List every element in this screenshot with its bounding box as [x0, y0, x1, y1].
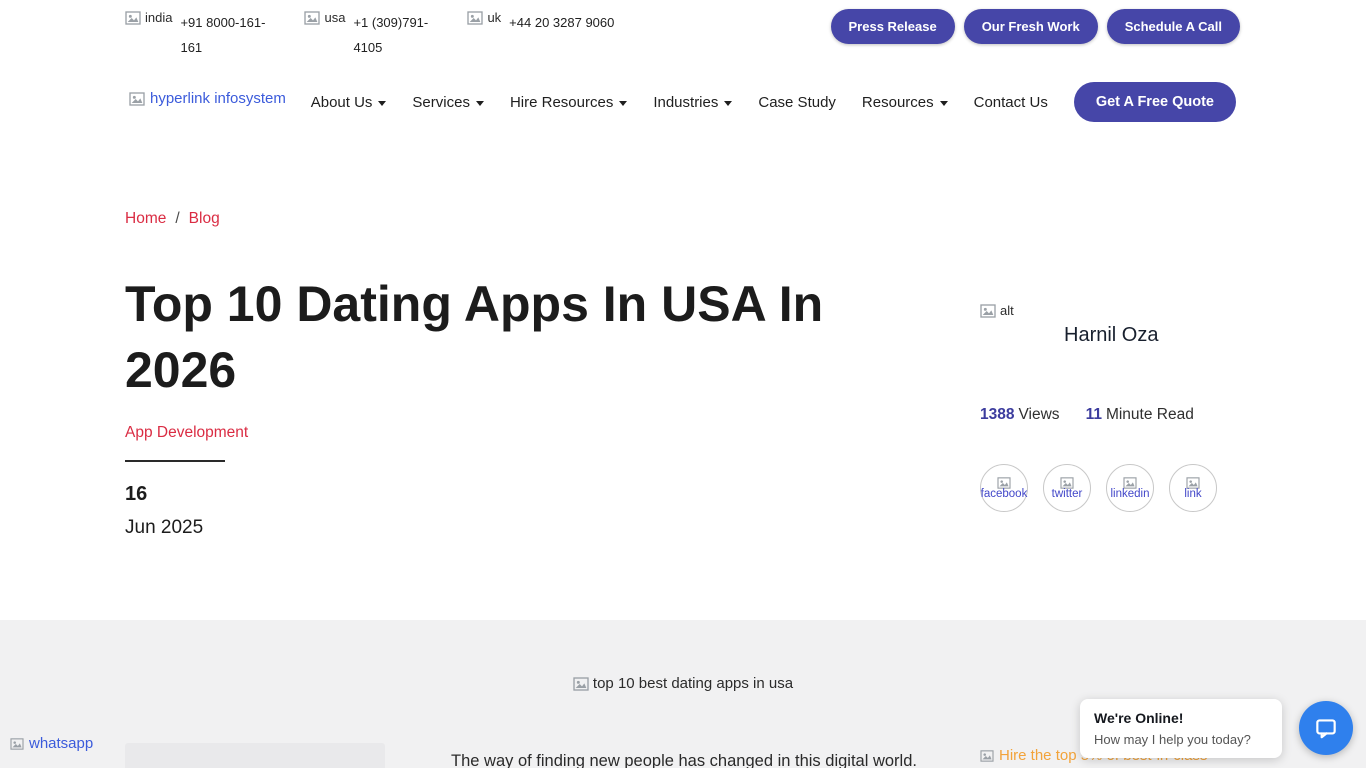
broken-image-icon [467, 11, 483, 25]
facebook-icon: facebook [981, 488, 1028, 500]
breadcrumb-blog[interactable]: Blog [189, 210, 220, 228]
link-icon: link [1184, 488, 1201, 500]
twitter-icon: twitter [1052, 488, 1083, 500]
nav-hire-resources[interactable]: Hire Resources [510, 94, 627, 111]
whatsapp-icon: whatsapp [29, 735, 93, 752]
author-avatar-alt: alt [1000, 303, 1014, 318]
nav-case-study[interactable]: Case Study [758, 94, 836, 111]
navbar: hyperlink infosystem About Us Services H… [0, 78, 1366, 126]
author-avatar-image: alt [980, 303, 1014, 318]
broken-image-icon [980, 304, 996, 318]
uk-flag-alt: uk [487, 10, 501, 25]
share-linkedin-button[interactable]: linkedin [1106, 464, 1154, 512]
broken-image-icon [573, 677, 589, 691]
phone-list: india +91 8000-161-161 usa +1 (309)791-4… [125, 10, 614, 60]
table-of-contents-placeholder [125, 743, 385, 768]
logo-alt-text: hyperlink infosystem [150, 90, 286, 107]
views-label: Views [1018, 406, 1059, 423]
india-flag-image: india [125, 10, 172, 25]
broken-image-icon [304, 11, 320, 25]
nav-label: Services [412, 94, 470, 111]
chevron-down-icon [378, 101, 386, 106]
phone-usa[interactable]: usa +1 (309)791-4105 [304, 10, 437, 60]
chevron-down-icon [476, 101, 484, 106]
nav-label: Hire Resources [510, 94, 613, 111]
breadcrumb-separator: / [175, 210, 179, 228]
author-row: alt Harnil Oza [980, 303, 1250, 367]
nav-industries[interactable]: Industries [653, 94, 732, 111]
nav-contact-us[interactable]: Contact Us [974, 94, 1048, 111]
logo[interactable]: hyperlink infosystem [129, 90, 286, 107]
read-time-label: Minute Read [1106, 406, 1194, 423]
nav-label: Contact Us [974, 94, 1048, 111]
broken-image-icon [10, 738, 24, 750]
page-title: Top 10 Dating Apps In USA In 2026 [125, 271, 905, 403]
share-buttons: facebook twitter linkedin link [980, 464, 1217, 512]
views-count: 1388 [980, 406, 1014, 423]
chevron-down-icon [724, 101, 732, 106]
breadcrumb-home[interactable]: Home [125, 210, 166, 228]
chevron-down-icon [940, 101, 948, 106]
page: india +91 8000-161-161 usa +1 (309)791-4… [0, 0, 1366, 768]
topbar-buttons: Press Release Our Fresh Work Schedule A … [831, 9, 1241, 44]
whatsapp-button[interactable]: whatsapp [10, 735, 93, 752]
author-avatar: alt [980, 303, 1044, 367]
phone-number-india: +91 8000-161-161 [180, 10, 274, 60]
breadcrumb: Home / Blog [125, 210, 220, 228]
usa-flag-image: usa [304, 10, 345, 25]
share-facebook-button[interactable]: facebook [980, 464, 1028, 512]
broken-image-icon [129, 92, 145, 106]
nav-resources[interactable]: Resources [862, 94, 948, 111]
share-twitter-button[interactable]: twitter [1043, 464, 1091, 512]
chevron-down-icon [619, 101, 627, 106]
nav-about-us[interactable]: About Us [311, 94, 387, 111]
broken-image-icon [125, 11, 141, 25]
hero-image-alt: top 10 best dating apps in usa [593, 675, 793, 692]
get-a-free-quote-button[interactable]: Get A Free Quote [1074, 82, 1236, 122]
broken-image-icon [980, 750, 994, 762]
nav-label: Industries [653, 94, 718, 111]
chat-bubble-icon [1313, 715, 1339, 741]
article-stats: 1388Views 11Minute Read [980, 406, 1194, 424]
nav-label: Case Study [758, 94, 836, 111]
title-divider [125, 460, 225, 462]
phone-india[interactable]: india +91 8000-161-161 [125, 10, 274, 60]
chat-greeting-text: How may I help you today? [1094, 732, 1268, 747]
schedule-a-call-button[interactable]: Schedule A Call [1107, 9, 1240, 44]
linkedin-icon: linkedin [1111, 488, 1150, 500]
phone-number-uk: +44 20 3287 9060 [509, 10, 614, 35]
usa-flag-alt: usa [324, 10, 345, 25]
phone-uk[interactable]: uk +44 20 3287 9060 [467, 10, 614, 35]
category-link-app-development[interactable]: App Development [125, 424, 248, 442]
uk-flag-image: uk [467, 10, 501, 25]
author-name: Harnil Oza [1064, 324, 1158, 347]
publish-date-day: 16 [125, 483, 147, 506]
india-flag-alt: india [145, 10, 172, 25]
article-paragraph: The way of finding new people has change… [428, 748, 940, 768]
share-copy-link-button[interactable]: link [1169, 464, 1217, 512]
read-time-stat: 11Minute Read [1086, 406, 1194, 424]
chat-tooltip: We're Online! How may I help you today? [1080, 699, 1282, 758]
nav-services[interactable]: Services [412, 94, 484, 111]
our-fresh-work-button[interactable]: Our Fresh Work [964, 9, 1098, 44]
phone-number-usa: +1 (309)791-4105 [353, 10, 437, 60]
chat-status-text: We're Online! [1094, 710, 1268, 726]
nav-label: Resources [862, 94, 934, 111]
main-menu: About Us Services Hire Resources Industr… [311, 78, 1236, 126]
nav-label: About Us [311, 94, 373, 111]
hero-image: top 10 best dating apps in usa [0, 675, 1366, 692]
views-stat: 1388Views [980, 406, 1060, 424]
publish-date-month-year: Jun 2025 [125, 517, 203, 539]
read-time-count: 11 [1086, 406, 1102, 423]
live-chat-button[interactable] [1299, 701, 1353, 755]
press-release-button[interactable]: Press Release [831, 9, 955, 44]
